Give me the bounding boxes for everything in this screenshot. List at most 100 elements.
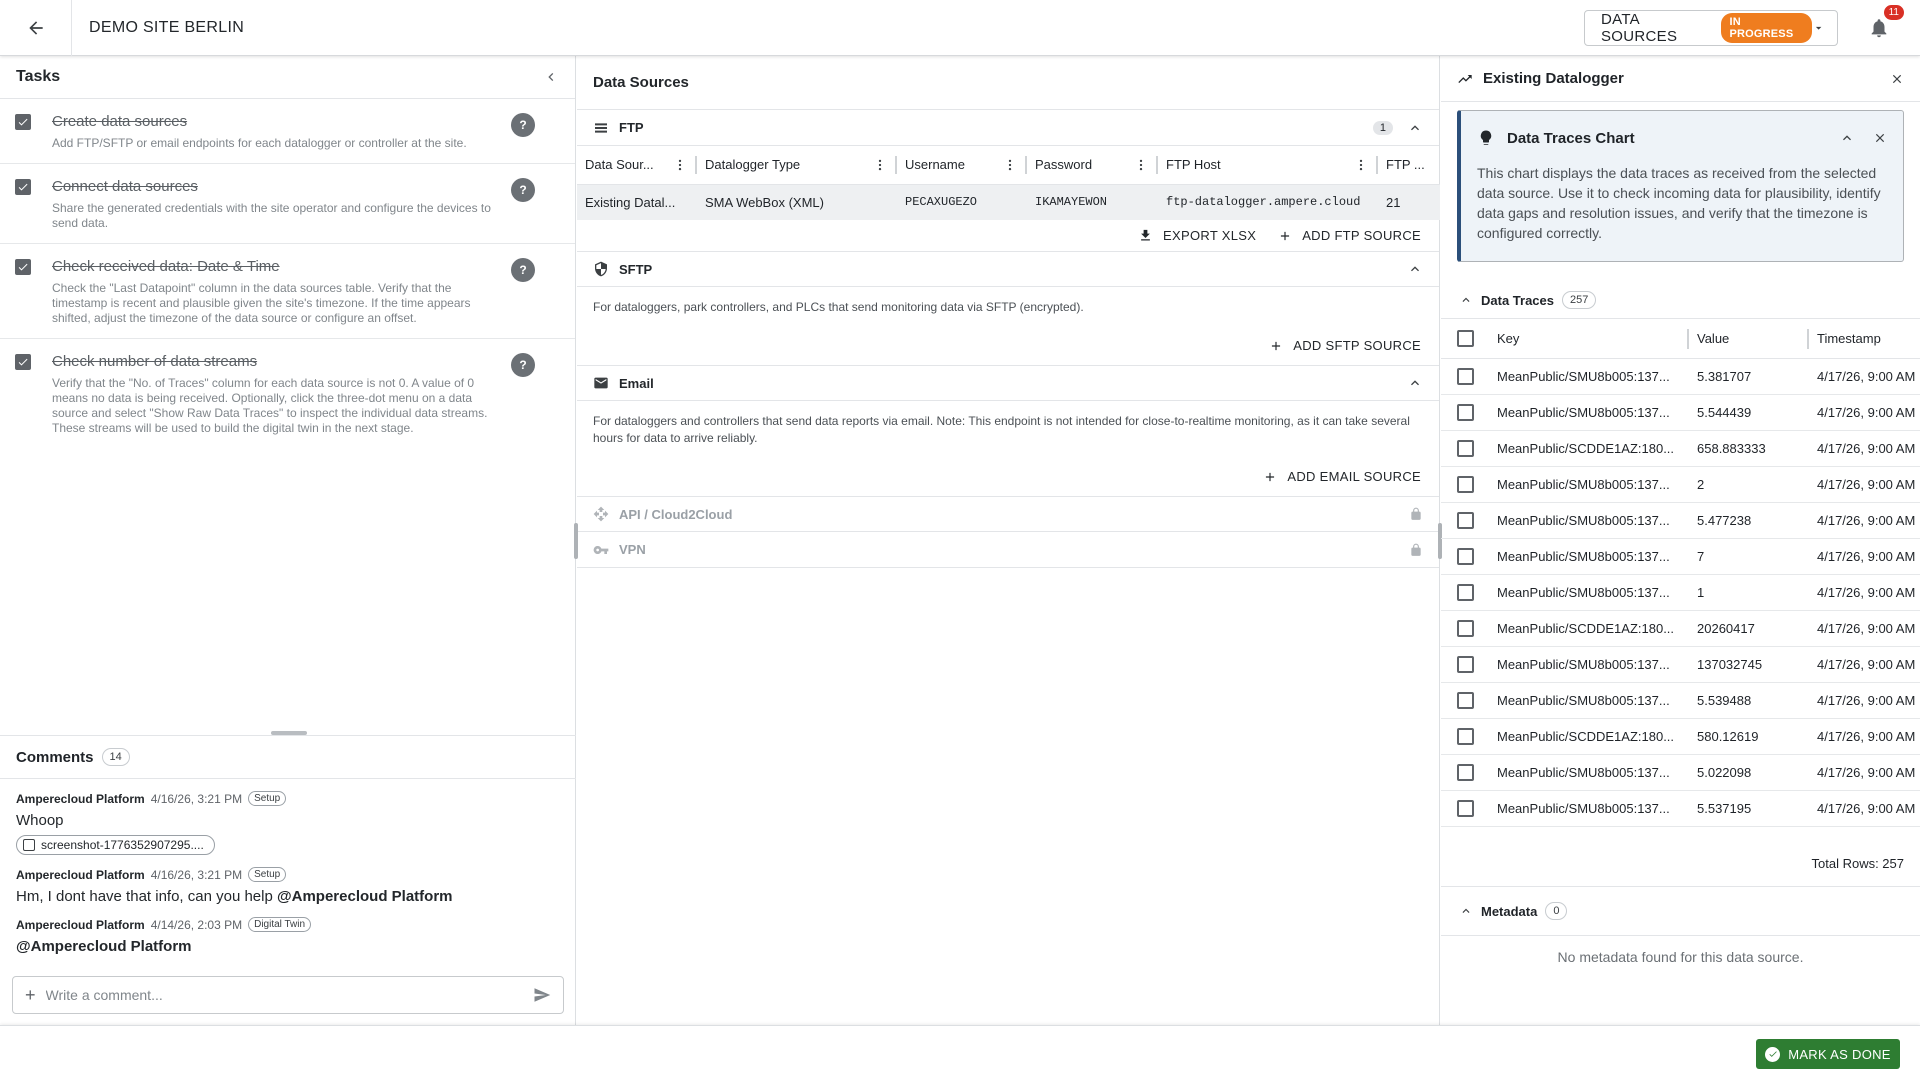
stage-select[interactable]: DATA SOURCES IN PROGRESS <box>1584 9 1838 46</box>
image-icon <box>23 839 35 851</box>
table-cell: 4/17/26, 9:00 AM <box>1809 610 1920 647</box>
help-icon[interactable]: ? <box>511 113 535 137</box>
table-row[interactable]: MeanPublic/SMU8b005:137... 5.539488 4/17/2… <box>1441 682 1920 719</box>
chevron-up-icon[interactable] <box>1459 293 1473 307</box>
table-cell: MeanPublic/SCDDE1AZ:180... <box>1489 610 1689 647</box>
column-header[interactable]: Username <box>897 146 1027 185</box>
table-row[interactable]: MeanPublic/SCDDE1AZ:180... 20260417 4/17/2… <box>1441 610 1920 647</box>
more-vert-icon[interactable] <box>673 158 687 172</box>
row-select-cell <box>1441 394 1489 431</box>
row-checkbox[interactable] <box>1457 368 1474 385</box>
row-checkbox[interactable] <box>1457 764 1474 781</box>
task-checkbox[interactable] <box>15 354 31 370</box>
ftp-section-header[interactable]: FTP 1 <box>577 110 1439 146</box>
select-all-checkbox[interactable] <box>1457 330 1474 347</box>
table-row[interactable]: MeanPublic/SMU8b005:137... 5.544439 4/17/2… <box>1441 394 1920 431</box>
column-header[interactable]: Timestamp <box>1809 318 1920 359</box>
attachment-chip[interactable]: screenshot-1776352907295.... <box>16 835 215 855</box>
metadata-header[interactable]: Metadata 0 <box>1441 886 1920 936</box>
column-header[interactable]: FTP Host <box>1158 146 1378 185</box>
back-button[interactable] <box>0 0 72 56</box>
add-email-source-button[interactable]: ADD EMAIL SOURCE <box>1263 469 1421 484</box>
chevron-left-icon[interactable] <box>543 69 559 85</box>
task-description: Share the generated credentials with the… <box>52 201 491 230</box>
row-checkbox[interactable] <box>1457 620 1474 637</box>
notifications-button[interactable]: 11 <box>1864 4 1904 43</box>
chevron-up-icon[interactable] <box>1459 904 1473 918</box>
table-row[interactable]: MeanPublic/SMU8b005:137... 1 4/17/26, 9:00… <box>1441 574 1920 611</box>
table-row[interactable]: MeanPublic/SMU8b005:137... 5.537195 4/17/2… <box>1441 790 1920 827</box>
row-checkbox[interactable] <box>1457 512 1474 529</box>
metadata-empty-text: No metadata found for this data source. <box>1557 949 1804 965</box>
more-vert-icon[interactable] <box>1134 158 1148 172</box>
shield-icon <box>593 261 609 277</box>
column-header[interactable]: FTP ... <box>1378 146 1440 185</box>
email-section-header[interactable]: Email <box>577 365 1439 401</box>
table-row[interactable]: MeanPublic/SCDDE1AZ:180... 658.883333 4/17… <box>1441 430 1920 467</box>
help-icon[interactable]: ? <box>511 178 535 202</box>
mark-as-done-button[interactable]: MARK AS DONE <box>1756 1039 1900 1069</box>
close-icon[interactable] <box>1890 72 1904 86</box>
table-row[interactable]: MeanPublic/SMU8b005:137... 2 4/17/26, 9:00… <box>1441 466 1920 503</box>
detail-header: Existing Datalogger <box>1441 56 1920 102</box>
table-row[interactable]: MeanPublic/SMU8b005:137... 5.022098 4/17/2… <box>1441 754 1920 791</box>
row-checkbox[interactable] <box>1457 584 1474 601</box>
task-title: Connect data sources <box>52 178 198 195</box>
row-checkbox[interactable] <box>1457 440 1474 457</box>
chevron-up-icon[interactable] <box>1839 130 1855 146</box>
sftp-section-header[interactable]: SFTP <box>577 251 1439 287</box>
lock-icon <box>1409 507 1423 521</box>
more-vert-icon[interactable] <box>1354 158 1368 172</box>
table-row[interactable]: MeanPublic/SMU8b005:137... 5.477238 4/17/2… <box>1441 502 1920 539</box>
table-row[interactable]: MeanPublic/SCDDE1AZ:180... 580.12619 4/17/… <box>1441 718 1920 755</box>
task-checkbox[interactable] <box>15 179 31 195</box>
api-section-title: API / Cloud2Cloud <box>619 506 733 522</box>
table-cell: MeanPublic/SMU8b005:137... <box>1489 574 1689 611</box>
column-header[interactable]: Datalogger Type <box>697 146 897 185</box>
row-checkbox[interactable] <box>1457 800 1474 817</box>
export-xlsx-button[interactable]: EXPORT XLSX <box>1138 228 1256 243</box>
check-icon <box>18 183 28 191</box>
plus-icon <box>1278 229 1292 243</box>
table-row[interactable]: MeanPublic/SMU8b005:137... 5.381707 4/17/2… <box>1441 358 1920 395</box>
add-ftp-source-button[interactable]: ADD FTP SOURCE <box>1278 228 1421 243</box>
chevron-up-icon[interactable] <box>1407 120 1423 136</box>
table-row[interactable]: MeanPublic/SMU8b005:137... 7 4/17/26, 9:00… <box>1441 538 1920 575</box>
row-checkbox[interactable] <box>1457 728 1474 745</box>
add-sftp-source-button[interactable]: ADD SFTP SOURCE <box>1269 338 1421 353</box>
comment-stage-tag: Setup <box>248 791 287 806</box>
column-header[interactable]: Key <box>1489 318 1689 359</box>
row-checkbox[interactable] <box>1457 476 1474 493</box>
resize-handle[interactable] <box>574 523 578 559</box>
chevron-up-icon[interactable] <box>1407 261 1423 277</box>
task-checkbox[interactable] <box>15 114 31 130</box>
chevron-up-icon[interactable] <box>1407 375 1423 391</box>
help-icon[interactable]: ? <box>511 353 535 377</box>
more-vert-icon[interactable] <box>1003 158 1017 172</box>
close-icon[interactable] <box>1873 131 1887 145</box>
help-icon[interactable]: ? <box>511 258 535 282</box>
table-cell: 137032745 <box>1689 646 1809 683</box>
more-vert-icon[interactable] <box>873 158 887 172</box>
comment-mention[interactable]: @Amperecloud Platform <box>277 888 453 905</box>
comment-time: 4/16/26, 3:21 PM <box>150 791 243 806</box>
lightbulb-icon <box>1480 130 1492 145</box>
comment-mention[interactable]: @Amperecloud Platform <box>16 938 192 955</box>
row-checkbox[interactable] <box>1457 692 1474 709</box>
row-checkbox[interactable] <box>1457 548 1474 565</box>
data-traces-header[interactable]: Data Traces 257 <box>1441 282 1920 318</box>
row-checkbox[interactable] <box>1457 656 1474 673</box>
bell-icon <box>1871 18 1887 37</box>
column-header[interactable]: Value <box>1689 318 1809 359</box>
send-icon[interactable] <box>533 986 551 1004</box>
column-header[interactable]: Data Sour... <box>577 146 697 185</box>
table-cell: 5.544439 <box>1689 394 1809 431</box>
plus-icon[interactable]: + <box>25 985 36 1006</box>
comment-input[interactable] <box>45 987 533 1003</box>
table-row[interactable]: Existing Datal... SMA WebBox (XML) PECAX… <box>577 184 1440 220</box>
row-checkbox[interactable] <box>1457 404 1474 421</box>
metadata-title: Metadata <box>1481 903 1538 919</box>
column-header[interactable]: Password <box>1027 146 1158 185</box>
task-checkbox[interactable] <box>15 259 31 275</box>
table-row[interactable]: MeanPublic/SMU8b005:137... 137032745 4/17/… <box>1441 646 1920 683</box>
